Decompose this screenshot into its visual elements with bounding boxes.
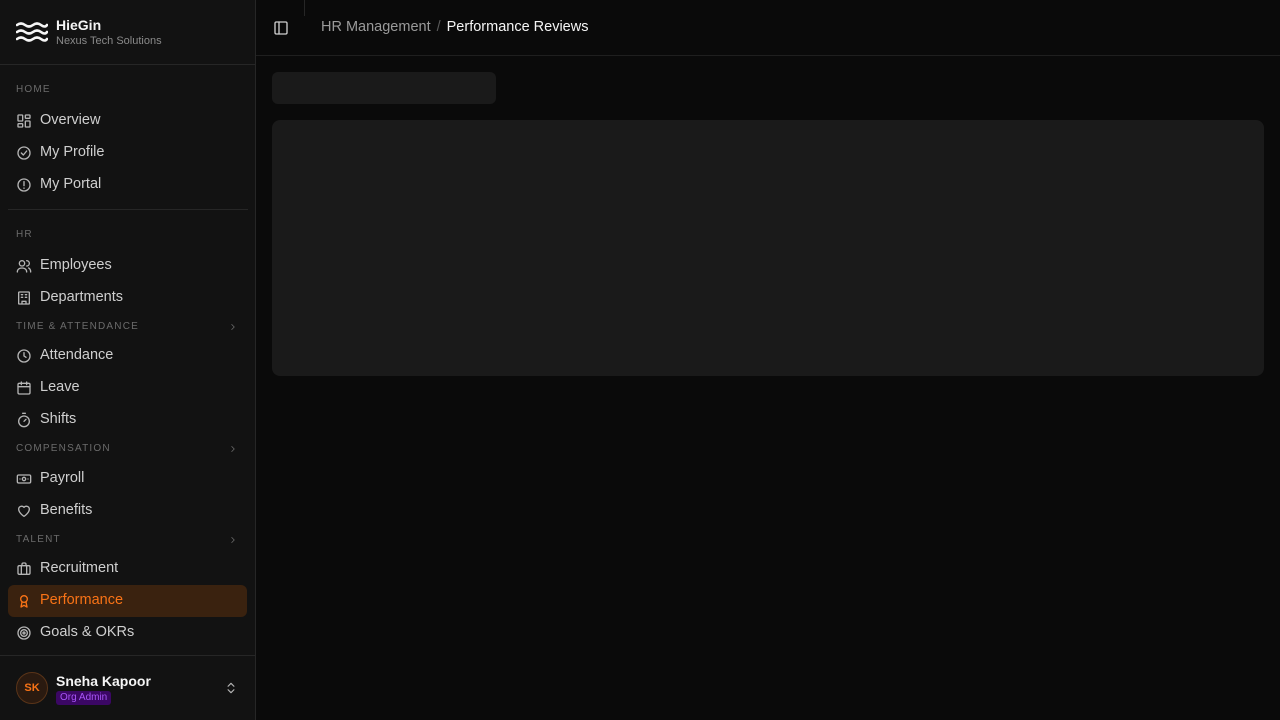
chevron-right-icon[interactable] (228, 444, 238, 454)
sidebar-item-label: Employees (40, 257, 112, 273)
sidebar-item-departments[interactable]: Departments (8, 282, 247, 314)
heart-icon (16, 503, 32, 519)
sidebar-item-goals-okrs[interactable]: Goals & OKRs (8, 617, 247, 649)
calendar-icon (16, 380, 32, 396)
breadcrumb-current: Performance Reviews (446, 19, 589, 35)
sidebar-item-performance[interactable]: Performance (8, 585, 247, 617)
brand-name: HieGin (56, 17, 102, 33)
clock-icon (16, 348, 32, 364)
sidebar-item-my-profile[interactable]: My Profile (8, 137, 247, 169)
sidebar-item-label: Payroll (40, 470, 85, 486)
section-label-compensation[interactable]: COMPENSATION (16, 443, 111, 454)
check-circle-icon (16, 145, 32, 161)
sidebar-item-attendance[interactable]: Attendance (8, 340, 247, 372)
section-label-time-attendance[interactable]: TIME & ATTENDANCE (16, 321, 139, 332)
breadcrumb: HR Management / Performance Reviews (321, 19, 588, 35)
section-label-talent[interactable]: TALENT (16, 534, 61, 545)
sidebar-toggle-icon[interactable] (273, 20, 289, 36)
sidebar-item-label: Recruitment (40, 560, 119, 576)
sidebar-item-label: Leave (40, 379, 80, 395)
sidebar-item-label: My Portal (40, 176, 102, 192)
sidebar-item-shifts[interactable]: Shifts (8, 404, 247, 436)
chevron-right-icon[interactable] (228, 322, 238, 332)
building-icon (16, 290, 32, 306)
waves-logo-icon (16, 22, 48, 42)
sidebar-item-label: Departments (40, 289, 124, 305)
topbar-divider (304, 0, 305, 16)
award-icon (16, 593, 32, 609)
sidebar-item-label: My Profile (40, 144, 105, 160)
avatar: SK (16, 672, 48, 704)
sidebar-item-recruitment[interactable]: Recruitment (8, 553, 247, 585)
alert-circle-icon (16, 177, 32, 193)
grid-icon (16, 113, 32, 129)
brand-header[interactable]: HieGin Nexus Tech Solutions (0, 0, 255, 65)
sidebar-item-label: Performance (40, 592, 124, 608)
section-label-hr: HR (16, 229, 33, 240)
sidebar-item-label: Attendance (40, 347, 114, 363)
banknote-icon (16, 471, 32, 487)
sidebar-item-label: Benefits (40, 502, 93, 518)
sidebar-item-label: Overview (40, 112, 101, 128)
sidebar-item-payroll[interactable]: Payroll (8, 463, 247, 495)
timer-icon (16, 412, 32, 428)
sidebar-item-leave[interactable]: Leave (8, 372, 247, 404)
section-label-home: HOME (16, 84, 51, 95)
user-menu[interactable]: SK Sneha Kapoor Org Admin (0, 655, 255, 720)
sidebar: HieGin Nexus Tech Solutions HOME Overvie… (0, 0, 256, 720)
sidebar-item-overview[interactable]: Overview (8, 105, 247, 137)
role-badge: Org Admin (56, 691, 112, 705)
sidebar-item-benefits[interactable]: Benefits (8, 495, 247, 527)
users-icon (16, 258, 32, 274)
topbar: HR Management / Performance Reviews (256, 0, 1280, 56)
sidebar-divider (8, 209, 248, 210)
sidebar-item-employees[interactable]: Employees (8, 250, 247, 282)
target-icon (16, 625, 32, 641)
sidebar-item-my-portal[interactable]: My Portal (8, 169, 247, 201)
chevrons-up-down-icon[interactable] (224, 681, 238, 695)
loading-skeleton-title (272, 72, 496, 104)
sidebar-item-label: Goals & OKRs (40, 624, 135, 640)
sidebar-item-label: Shifts (40, 411, 77, 427)
loading-skeleton-card (272, 120, 1264, 376)
user-name: Sneha Kapoor (56, 673, 151, 689)
breadcrumb-separator: / (436, 19, 441, 35)
brand-org: Nexus Tech Solutions (56, 35, 162, 47)
breadcrumb-parent-link[interactable]: HR Management (321, 19, 431, 35)
briefcase-icon (16, 561, 32, 577)
chevron-right-icon[interactable] (228, 535, 238, 545)
